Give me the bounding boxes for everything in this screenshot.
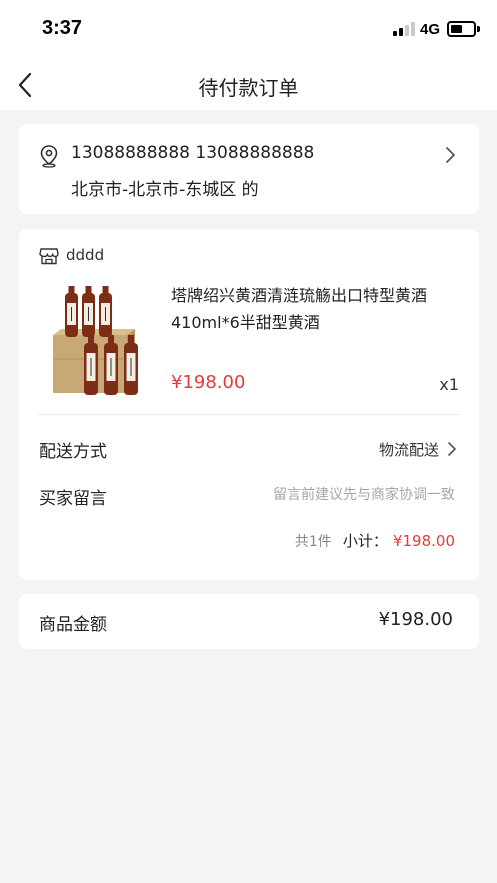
delivery-method[interactable]: 物流配送 [379, 439, 439, 460]
status-time: 3:37 [42, 17, 83, 39]
address-card[interactable]: 13088888888 13088888888 北京市-北京市-东城区 的 [19, 124, 479, 214]
battery-cap [477, 26, 480, 32]
subtotal: 共1件 小计： ¥198.00 [295, 530, 455, 551]
network-type: 4G [420, 21, 441, 38]
shop-icon [39, 248, 59, 265]
status-bar: 3:37 4G [0, 0, 497, 60]
goods-amount-value: ¥198.00 [378, 609, 453, 630]
product-quantity: x1 [439, 375, 459, 394]
product-price: ¥198.00 [171, 372, 246, 393]
item-count: 共1件 [294, 534, 332, 550]
divider [38, 414, 460, 415]
goods-amount-label: 商品金额 [39, 615, 107, 635]
subtotal-value: ¥198.00 [392, 532, 455, 550]
product-title[interactable]: 塔牌绍兴黄酒清涟琉觞出口特型黄酒410ml*6半甜型黄酒 [171, 282, 466, 336]
delivery-label: 配送方式 [39, 442, 107, 462]
subtotal-label: 小计： [342, 532, 388, 550]
battery-icon [447, 21, 476, 37]
nav-bar: 待付款订单 [0, 60, 497, 110]
shop-name: dddd [66, 246, 105, 264]
address-region: 北京市-北京市-东城区 的 [71, 180, 259, 200]
address-contact: 13088888888 13088888888 [71, 143, 315, 163]
order-card: dddd 塔牌绍兴黄酒清涟琉觞出口特型黄酒410ml*6半甜型黄酒 ¥198.0… [19, 229, 479, 580]
buyer-note-input[interactable] [225, 484, 455, 506]
amount-card: 商品金额 ¥198.00 [19, 594, 479, 649]
product-image[interactable] [51, 285, 147, 397]
page-title: 待付款订单 [198, 76, 299, 100]
chevron-right-icon[interactable] [447, 441, 457, 457]
signal-icon [393, 22, 415, 36]
location-pin-icon [40, 145, 58, 168]
chevron-right-icon[interactable] [443, 146, 457, 164]
buyer-note-label: 买家留言 [39, 489, 107, 509]
